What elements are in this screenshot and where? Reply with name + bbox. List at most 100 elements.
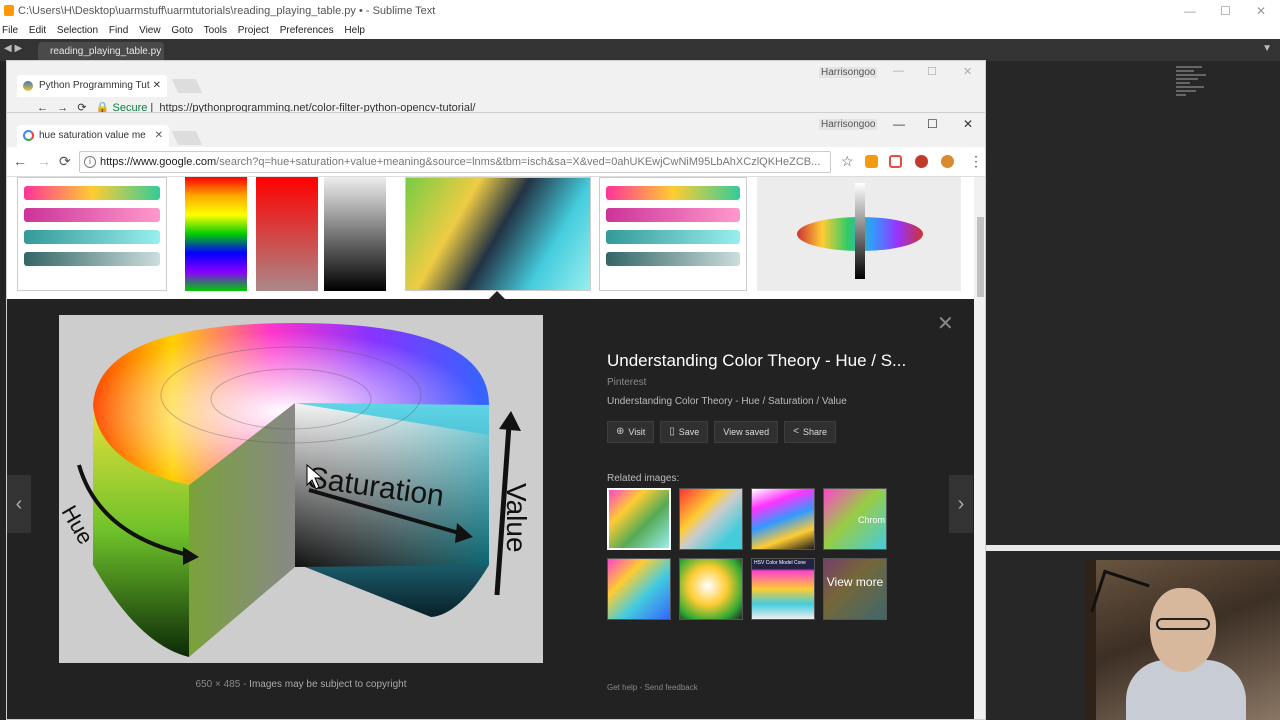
chrome-front-tab-title: hue saturation value me	[39, 130, 146, 141]
sublime-file-tab-label: reading_playing_table.py	[50, 46, 162, 57]
save-button[interactable]: ▯ Save	[660, 421, 709, 443]
omnibox[interactable]: i https://www.google.com/search?q=hue+sa…	[79, 151, 831, 173]
related-image-thumbnail[interactable]	[679, 488, 743, 550]
menu-selection[interactable]: Selection	[57, 25, 98, 36]
result-thumbnail[interactable]	[757, 177, 961, 291]
maximize-icon[interactable]: ☐	[927, 117, 938, 131]
close-tab-icon[interactable]: ✕	[153, 75, 161, 97]
tab-list-chevron-icon[interactable]: ▼	[1262, 43, 1272, 54]
scrollbar-thumb[interactable]	[977, 217, 984, 297]
minimize-icon[interactable]: —	[893, 65, 904, 77]
drone-image	[1090, 569, 1150, 627]
extension-chart-icon[interactable]	[865, 155, 878, 168]
related-image-thumbnail[interactable]	[679, 558, 743, 620]
copyright-notice: Images may be subject to copyright	[249, 679, 407, 690]
maximize-icon[interactable]: ☐	[1220, 0, 1231, 22]
hsv-cylinder-image[interactable]: Saturation Value Hue	[59, 315, 543, 663]
bookmark-icon: ▯	[669, 426, 675, 437]
image-caption: 650 × 485 - Images may be subject to cop…	[195, 679, 407, 690]
close-icon[interactable]: ✕	[963, 117, 973, 131]
chrome-back-user[interactable]: Harrisongoo	[819, 67, 878, 78]
related-image-thumbnail[interactable]	[607, 488, 671, 550]
chrome-toolbar: ← → ⟳ i https://www.google.com/search?q=…	[7, 147, 985, 177]
close-icon[interactable]: ✕	[963, 65, 972, 78]
share-button-label: Share	[802, 427, 828, 437]
chrome-menu-icon[interactable]: ⋮	[969, 153, 983, 170]
minimize-icon[interactable]: —	[893, 117, 905, 131]
omnibox-host: https://www.google.com	[100, 156, 217, 168]
sublime-file-tab[interactable]: reading_playing_table.py	[38, 42, 164, 61]
menu-goto[interactable]: Goto	[171, 25, 193, 36]
image-description: Understanding Color Theory - Hue / Satur…	[607, 396, 847, 407]
sublime-minimap[interactable]	[1176, 66, 1210, 106]
image-source[interactable]: Pinterest	[607, 377, 947, 388]
menu-project[interactable]: Project	[238, 25, 269, 36]
prev-image-button[interactable]: ‹	[7, 475, 31, 533]
chrome-front-tab[interactable]: hue saturation value me ✕	[17, 125, 169, 147]
related-image-thumbnail[interactable]	[607, 558, 671, 620]
view-saved-button-label: View saved	[723, 427, 770, 437]
related-image-thumbnail[interactable]: HSV Color Model Cone	[751, 558, 815, 620]
sublime-logo-icon	[4, 5, 14, 16]
share-button[interactable]: < Share	[784, 421, 837, 443]
extension-pdf-icon[interactable]	[889, 155, 902, 168]
page-scrollbar[interactable]	[974, 177, 985, 719]
forward-arrow-icon[interactable]: →	[37, 153, 51, 169]
related-image-thumbnail[interactable]	[751, 488, 815, 550]
maximize-icon[interactable]: ☐	[927, 65, 937, 78]
sublime-title-bar: C:\Users\H\Desktop\uarmstuff\uarmtutoria…	[0, 0, 1280, 22]
bookmark-star-icon[interactable]: ☆	[841, 153, 854, 170]
visit-button[interactable]: ⊕ Visit	[607, 421, 655, 443]
close-icon[interactable]: ✕	[1256, 0, 1266, 22]
back-arrow-icon[interactable]: ←	[13, 153, 27, 169]
related-images-label: Related images:	[607, 473, 680, 484]
tab-nav-arrows-icon[interactable]: ◀ ▶	[4, 43, 22, 54]
globe-icon: ⊕	[616, 426, 625, 437]
view-more-button[interactable]: View more	[823, 558, 887, 620]
chrome-back-tab[interactable]: Python Programming Tut ✕	[17, 75, 167, 97]
image-title-link[interactable]: Understanding Color Theory - Hue / S...	[607, 351, 947, 371]
presenter-face	[1150, 588, 1216, 672]
reload-icon[interactable]: ⟳	[59, 153, 71, 170]
result-thumbnail[interactable]	[17, 177, 167, 291]
sublime-menu-bar: File Edit Selection Find View Goto Tools…	[0, 22, 1280, 39]
chrome-back-tab-title: Python Programming Tut	[39, 80, 150, 91]
menu-preferences[interactable]: Preferences	[280, 25, 334, 36]
value-label: Value	[501, 483, 532, 553]
menu-file[interactable]: File	[2, 25, 18, 36]
minimize-icon[interactable]: —	[1184, 0, 1196, 22]
chrome-window-back: Python Programming Tut ✕ Harrisongoo — ☐…	[6, 60, 986, 116]
menu-edit[interactable]: Edit	[29, 25, 46, 36]
chroma-thumb-label: Chrom	[858, 515, 886, 525]
chrome-front-user[interactable]: Harrisongoo	[819, 119, 878, 130]
new-tab-button[interactable]	[171, 79, 203, 93]
menu-tools[interactable]: Tools	[204, 25, 227, 36]
view-saved-button[interactable]: View saved	[714, 421, 779, 443]
menu-view[interactable]: View	[139, 25, 161, 36]
get-help-link[interactable]: Get help	[607, 683, 637, 692]
extension-cookie-icon[interactable]	[941, 155, 954, 168]
result-thumbnail[interactable]	[324, 177, 386, 291]
new-tab-button[interactable]	[171, 131, 203, 145]
info-icon[interactable]: i	[84, 156, 96, 168]
panel-footer: Get help - Send feedback	[607, 683, 698, 692]
image-dimensions: 650 × 485	[195, 679, 241, 690]
related-image-thumbnail[interactable]: Chrom	[823, 488, 887, 550]
menu-help[interactable]: Help	[344, 25, 365, 36]
result-thumbnail-selected[interactable]	[405, 177, 591, 291]
share-icon: <	[793, 426, 799, 437]
visit-button-label: Visit	[628, 427, 646, 437]
send-feedback-link[interactable]: Send feedback	[644, 683, 697, 692]
result-thumbnail[interactable]	[599, 177, 747, 291]
result-thumbnail[interactable]	[256, 177, 318, 291]
menu-find[interactable]: Find	[109, 25, 128, 36]
image-info-column: Understanding Color Theory - Hue / S... …	[607, 351, 947, 620]
close-tab-icon[interactable]: ✕	[155, 125, 163, 147]
chevron-left-icon: ‹	[15, 493, 23, 515]
sublime-tab-bar: ◀ ▶ reading_playing_table.py ▼	[0, 39, 1280, 61]
extension-opera-icon[interactable]	[915, 155, 928, 168]
chrome-window-front: hue saturation value me ✕ Harrisongoo — …	[6, 112, 986, 720]
next-image-button[interactable]: ›	[949, 475, 973, 533]
result-thumbnail[interactable]	[185, 177, 247, 291]
close-preview-icon[interactable]: ✕	[937, 311, 954, 336]
